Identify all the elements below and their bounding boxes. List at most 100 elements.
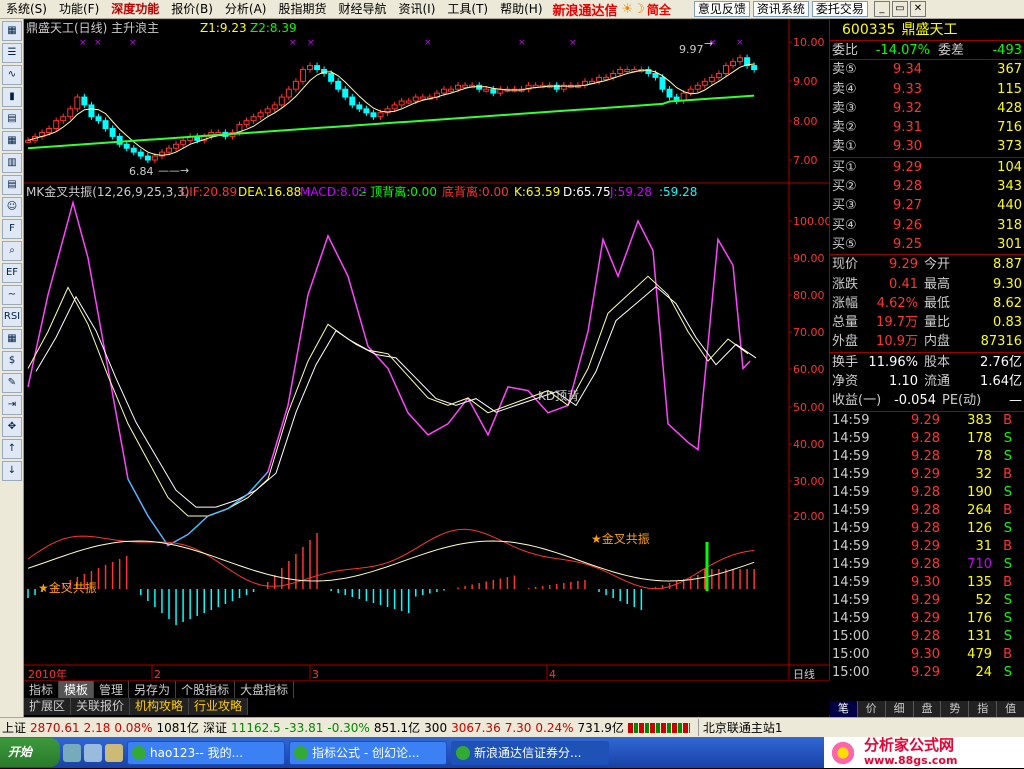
quote-tab[interactable]: 价 [858, 701, 886, 717]
stat-label: 总量 [832, 315, 859, 331]
candle-body [151, 155, 158, 161]
quote-tab[interactable]: 势 [941, 701, 970, 717]
indicator-header: DIF:20.89 [180, 185, 237, 199]
indicator-tab[interactable]: 大盘指标 [235, 681, 295, 698]
candle-body [440, 88, 447, 94]
stat-label: 外盘 [832, 334, 859, 350]
quote-icon[interactable]: ▦ [2, 21, 22, 41]
c3-value: 3067.36 [451, 720, 501, 735]
menu-item[interactable]: 工具(T) [441, 0, 494, 19]
left-toolbar: ▦ ☰ ∿ ▮ ▤ ▦ ▥ ▤ ☺ F ⌕ EF ∼ RSI ▦ $ ✎ ⇥ ✥ ↑ ↓ [0, 19, 24, 717]
book-volume: 343 [997, 179, 1022, 195]
book-volume: 115 [997, 81, 1022, 97]
top-button[interactable]: 意见反馈 [693, 1, 750, 17]
dollar-icon[interactable]: $ [2, 351, 22, 371]
taskbar-item[interactable]: 指标公式 - 创幻论... [289, 740, 447, 765]
list-icon[interactable]: ☰ [2, 43, 22, 63]
candle-body [292, 80, 299, 90]
menu-item[interactable]: 帮助(H) [494, 0, 548, 19]
menu-item[interactable]: 分析(A) [219, 0, 273, 19]
minimize-icon[interactable]: _ [873, 1, 890, 17]
chart-area[interactable]: 鼎盛天工(日线) 主升浪主 Z1:9.23 Z2:8.39 10.00 9.00 8.00… [24, 18, 832, 681]
trade-volume: 78 [975, 448, 992, 464]
extension-tab[interactable]: 行业攻略 [189, 698, 249, 715]
etf-icon[interactable]: EF [2, 263, 22, 283]
quote-tab[interactable]: 值 [997, 701, 1024, 717]
sheet-icon[interactable]: ▦ [2, 329, 22, 349]
down-arrow-icon[interactable]: ↓ [2, 461, 22, 481]
quicklaunch-ie-icon[interactable] [63, 743, 81, 762]
indicator-tick: 40.00 [793, 438, 825, 451]
taskbar: 开始 hao123-- 我的... 指标公式 - 创幻论... 新浪通达信证券分..… [0, 737, 1024, 768]
book-volume: 367 [997, 62, 1022, 78]
quote-tab[interactable]: 盘 [914, 701, 942, 717]
menu-item[interactable]: 系统(S) [0, 0, 53, 19]
up-arrow-icon[interactable]: ↑ [2, 439, 22, 459]
time-tick: 2010年 [28, 667, 67, 679]
quote-tab[interactable]: 细 [886, 701, 914, 717]
doc-icon[interactable]: ▤ [2, 175, 22, 195]
exit-icon[interactable]: ⇥ [2, 395, 22, 415]
app-icon [456, 745, 470, 760]
menu-item[interactable]: 功能(F) [53, 0, 105, 19]
table-icon[interactable]: ▥ [2, 153, 22, 173]
chart-svg[interactable]: 鼎盛天工(日线) 主升浪主 Z1:9.23 Z2:8.39 10.00 9.00 8.00… [24, 18, 832, 681]
move-icon[interactable]: ✥ [2, 417, 22, 437]
rsi-icon[interactable]: RSI [2, 307, 22, 327]
trade-volume: 32 [975, 466, 992, 482]
indicator-tab[interactable]: 模板 [59, 681, 95, 698]
close-icon[interactable]: ✕ [909, 1, 926, 17]
book-row: 买① 9.29 104 [830, 158, 1024, 177]
signal-mark-icon: × [129, 38, 137, 48]
indicator-header: D:65.75 [563, 185, 611, 199]
stat-row: 收益(一) -0.054 PE(动) — [830, 391, 1024, 410]
indicator-header: DEA:16.88 [238, 185, 301, 199]
indicator-tab[interactable]: 管理 [94, 681, 130, 698]
signal-mark-icon: × [736, 38, 744, 48]
candle-body [173, 143, 180, 149]
wave-icon[interactable]: ∼ [2, 285, 22, 305]
candle-body [694, 84, 701, 90]
menu-item[interactable]: 深度功能 [105, 0, 165, 19]
indicator-tab[interactable]: 另存为 [129, 681, 177, 698]
restore-icon[interactable]: ▭ [891, 1, 908, 17]
trade-row: 14:59 9.30 135 B [830, 574, 1024, 592]
taskbar-item[interactable]: 新浪通达信证券分... [451, 740, 609, 765]
quicklaunch-desktop-icon[interactable] [84, 743, 102, 762]
top-button[interactable]: 委托交易 [811, 1, 868, 17]
trade-price: 9.28 [911, 502, 940, 518]
tool-icon[interactable]: ✎ [2, 373, 22, 393]
sh-amount: 1081亿 [156, 721, 200, 735]
indicator-tab[interactable]: 指标 [24, 681, 60, 698]
book-price: 9.31 [893, 120, 922, 136]
report-icon[interactable]: ▤ [2, 109, 22, 129]
taskbar-item[interactable]: hao123-- 我的... [127, 740, 285, 765]
menu-item[interactable]: 报价(B) [165, 0, 219, 19]
start-button[interactable]: 开始 [0, 738, 60, 767]
indicator-tab[interactable]: 个股指标 [176, 681, 236, 698]
kline-icon[interactable]: ∿ [2, 65, 22, 85]
candle-body [123, 143, 130, 149]
extension-tab[interactable]: 关联报价 [71, 698, 131, 715]
brand-extra[interactable]: 简全 [647, 1, 671, 18]
extension-tab[interactable]: 机构攻略 [130, 698, 190, 715]
menu-item[interactable]: 财经导航 [332, 0, 392, 19]
grid-icon[interactable]: ▦ [2, 131, 22, 151]
menu-item[interactable]: 资讯(I) [393, 0, 442, 19]
bars-icon[interactable]: ▮ [2, 87, 22, 107]
zoom-icon[interactable]: ⌕ [2, 241, 22, 261]
top-button[interactable]: 资讯系统 [752, 1, 809, 17]
quote-tab[interactable]: 指 [969, 701, 998, 717]
candle-body [701, 80, 708, 86]
menu-item[interactable]: 股指期货 [272, 0, 332, 19]
people-icon[interactable]: ☺ [2, 197, 22, 217]
book-row: 买③ 9.27 440 [830, 196, 1024, 215]
logo-main: 分析家公式网 [864, 736, 955, 754]
trade-price: 9.30 [911, 646, 940, 662]
extension-tab[interactable]: 扩展区 [24, 698, 72, 715]
f10-icon[interactable]: F [2, 219, 22, 239]
quote-tab[interactable]: 笔 [830, 701, 858, 717]
candle-body [109, 128, 116, 137]
quicklaunch-media-icon[interactable] [105, 743, 123, 762]
book-price: 9.28 [893, 179, 922, 195]
